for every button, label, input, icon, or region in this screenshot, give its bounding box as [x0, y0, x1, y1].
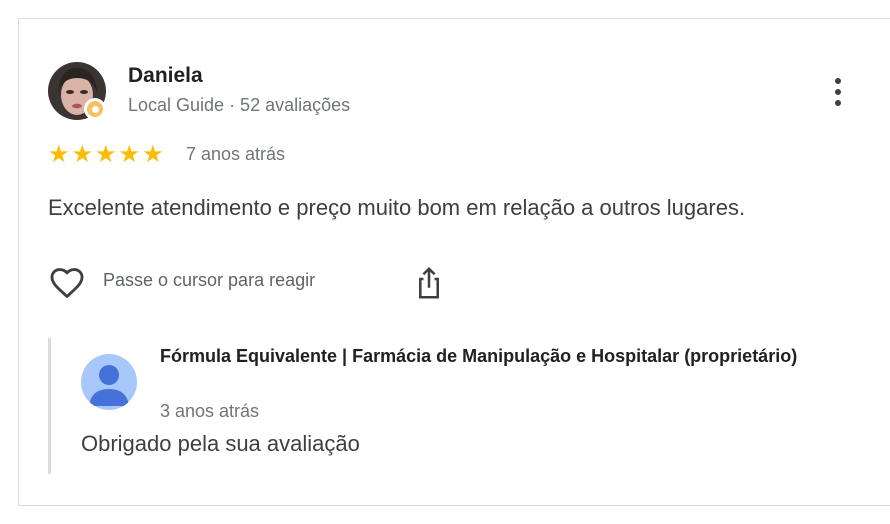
owner-reply-divider — [48, 338, 51, 474]
star-icon: ★ — [71, 140, 94, 168]
react-label: Passe o cursor para reagir — [103, 270, 316, 290]
react-button[interactable] — [48, 264, 86, 302]
reviewer-name[interactable]: Daniela — [128, 64, 203, 88]
more-options-button[interactable] — [826, 74, 850, 110]
reviewer-meta: Local Guide · 52 avaliações — [128, 95, 351, 115]
local-guide-badge-icon — [84, 98, 106, 120]
person-icon — [89, 365, 129, 406]
share-button[interactable] — [410, 264, 448, 302]
star-icon: ★ — [48, 140, 70, 168]
owner-reply-text: Obrigado pela sua avaliação — [81, 431, 360, 456]
heart-outline-icon — [50, 268, 84, 298]
review-time: 7 anos atrás — [186, 144, 286, 164]
owner-avatar — [81, 354, 137, 410]
star-icon: ★ — [118, 140, 141, 168]
star-icon: ★ — [142, 140, 164, 168]
rating-stars: ★ ★ ★ ★ ★ — [48, 142, 164, 166]
share-icon — [419, 266, 439, 299]
star-icon: ★ — [95, 140, 117, 168]
owner-name: Fórmula Equivalente | Farmácia de Manipu… — [160, 346, 798, 366]
review-text: Excelente atendimento e preço muito bom … — [48, 195, 746, 220]
owner-reply-time: 3 anos atrás — [160, 401, 260, 421]
more-vert-icon — [835, 78, 841, 84]
